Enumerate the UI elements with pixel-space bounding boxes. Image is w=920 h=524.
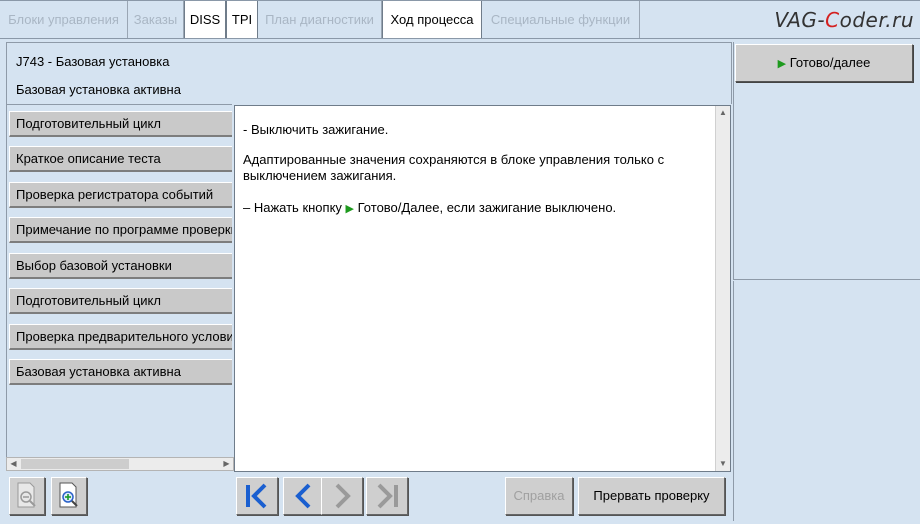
list-item[interactable]: Проверка регистратора событий bbox=[9, 182, 232, 208]
help-button[interactable]: Справка bbox=[505, 477, 573, 515]
tab-diss[interactable]: DISS bbox=[184, 1, 226, 38]
tab-tpi[interactable]: TPI bbox=[226, 1, 258, 38]
zoom-in-button[interactable] bbox=[51, 477, 87, 515]
content-vertical-scrollbar[interactable]: ▲ ▼ bbox=[715, 106, 730, 471]
scroll-down-icon[interactable]: ▼ bbox=[716, 457, 730, 471]
site-logo: VAG-Coder.ru bbox=[774, 8, 914, 32]
skip-first-icon bbox=[246, 483, 267, 509]
forward-icon bbox=[335, 483, 351, 509]
zoom-out-icon bbox=[17, 482, 36, 508]
zoom-in-icon bbox=[59, 482, 78, 508]
instruction-line: - Выключить зажигание. bbox=[243, 122, 389, 137]
first-step-button[interactable] bbox=[236, 477, 278, 515]
list-item[interactable]: Краткое описание теста bbox=[9, 146, 232, 172]
play-triangle-icon: ▶ bbox=[777, 58, 787, 70]
scroll-thumb[interactable] bbox=[21, 459, 129, 469]
tab-special-functions[interactable]: Специальные функции bbox=[482, 1, 640, 38]
list-item[interactable]: Подготовительный цикл bbox=[9, 288, 232, 314]
status-text: Базовая установка активна bbox=[16, 82, 181, 97]
instructions-panel: - Выключить зажигание. Адаптированные зн… bbox=[234, 105, 731, 472]
page-title: J743 - Базовая установка bbox=[16, 54, 170, 69]
instruction-line: – Нажать кнопку ▶ Готово/Далее, если заж… bbox=[243, 200, 617, 215]
scroll-left-icon[interactable]: ◀ bbox=[7, 458, 20, 470]
list-item[interactable]: Базовая установка активна bbox=[9, 359, 232, 385]
tab-process[interactable]: Ход процесса bbox=[382, 1, 482, 39]
steps-list: Подготовительный цикл Краткое описание т… bbox=[6, 104, 232, 458]
right-panel-bottom bbox=[733, 281, 920, 521]
back-icon bbox=[295, 483, 311, 509]
next-step-button[interactable] bbox=[321, 477, 363, 515]
scroll-up-icon[interactable]: ▲ bbox=[716, 106, 730, 120]
zoom-out-button[interactable] bbox=[9, 477, 45, 515]
list-item[interactable]: Подготовительный цикл bbox=[9, 111, 232, 137]
steps-horizontal-scrollbar[interactable]: ◀ ▶ bbox=[6, 457, 234, 471]
last-step-button[interactable] bbox=[366, 477, 408, 515]
abort-test-button[interactable]: Прервать проверку bbox=[578, 477, 725, 515]
scroll-right-icon[interactable]: ▶ bbox=[220, 458, 233, 470]
ready-next-button[interactable]: ▶ Готово/далее bbox=[735, 44, 913, 82]
tab-control-units[interactable]: Блоки управления bbox=[0, 1, 128, 38]
instruction-line: выключением зажигания. bbox=[243, 168, 397, 183]
list-item[interactable]: Проверка предварительного условия bbox=[9, 324, 232, 350]
instruction-line: Адаптированные значения сохраняются в бл… bbox=[243, 152, 665, 167]
tab-diagnostic-plan[interactable]: План диагностики bbox=[258, 1, 382, 38]
play-triangle-icon: ▶ bbox=[345, 203, 355, 215]
tab-orders[interactable]: Заказы bbox=[128, 1, 184, 38]
header-panel: J743 - Базовая установка Базовая установ… bbox=[6, 42, 732, 104]
previous-step-button[interactable] bbox=[283, 477, 325, 515]
list-item[interactable]: Примечание по программе проверки bbox=[9, 217, 232, 243]
list-item[interactable]: Выбор базовой установки bbox=[9, 253, 232, 279]
skip-last-icon bbox=[377, 483, 398, 509]
